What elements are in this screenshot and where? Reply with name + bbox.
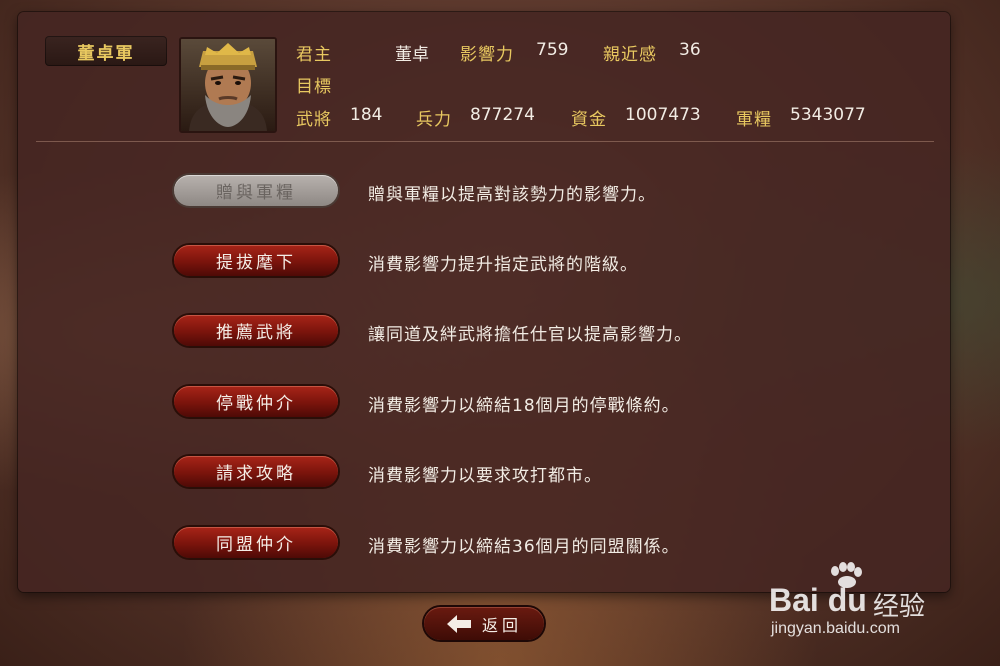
generals-value: 184 [350, 105, 383, 125]
recommend-general-description: 讓同道及絆武將擔任仕官以提高影響力。 [368, 325, 692, 345]
ceasefire-mediation-description: 消費影響力以締結18個月的停戰條約。 [368, 396, 680, 416]
gift-provisions-description: 贈與軍糧以提高對該勢力的影響力。 [368, 185, 656, 205]
gift-provisions-button[interactable]: 贈與軍糧 [174, 175, 338, 206]
back-button[interactable]: 返回 [424, 607, 544, 640]
generals-label: 武將 [296, 110, 332, 130]
ruler-portrait [179, 37, 277, 133]
request-attack-button[interactable]: 請求攻略 [174, 456, 338, 487]
provisions-label: 軍糧 [736, 110, 772, 130]
alliance-mediation-description: 消費影響力以締結36個月的同盟關係。 [368, 537, 680, 557]
diplomacy-panel [18, 12, 950, 592]
affinity-value: 36 [679, 40, 701, 60]
header-divider [36, 141, 934, 142]
ruler-name: 董卓 [395, 45, 429, 65]
promote-subordinate-button[interactable]: 提拔麾下 [174, 245, 338, 276]
baidu-jingyan-watermark: Bai du 经验 jingyan.baidu.com [765, 562, 945, 642]
troops-value: 877274 [470, 105, 535, 125]
faction-name-tag: 董卓軍 [45, 36, 167, 66]
watermark-url: jingyan.baidu.com [771, 620, 900, 637]
provisions-value: 5343077 [790, 105, 866, 125]
funds-label: 資金 [571, 110, 607, 130]
target-label: 目標 [296, 77, 332, 97]
alliance-mediation-button[interactable]: 同盟仲介 [174, 527, 338, 558]
ruler-label: 君主 [296, 45, 332, 65]
left-arrow-icon [446, 614, 471, 633]
request-attack-description: 消費影響力以要求攻打都市。 [368, 466, 602, 486]
funds-value: 1007473 [625, 105, 701, 125]
affinity-label: 親近感 [603, 45, 657, 65]
ceasefire-mediation-button[interactable]: 停戰仲介 [174, 386, 338, 417]
ruler-portrait-image [181, 39, 275, 131]
influence-label: 影響力 [460, 45, 514, 65]
troops-label: 兵力 [416, 110, 452, 130]
recommend-general-button[interactable]: 推薦武將 [174, 315, 338, 346]
watermark-logo: Bai du [769, 582, 867, 618]
back-button-label: 返回 [481, 615, 522, 635]
promote-subordinate-description: 消費影響力提升指定武將的階級。 [368, 255, 638, 275]
watermark-brand: 经验 [873, 592, 926, 622]
influence-value: 759 [536, 40, 569, 60]
